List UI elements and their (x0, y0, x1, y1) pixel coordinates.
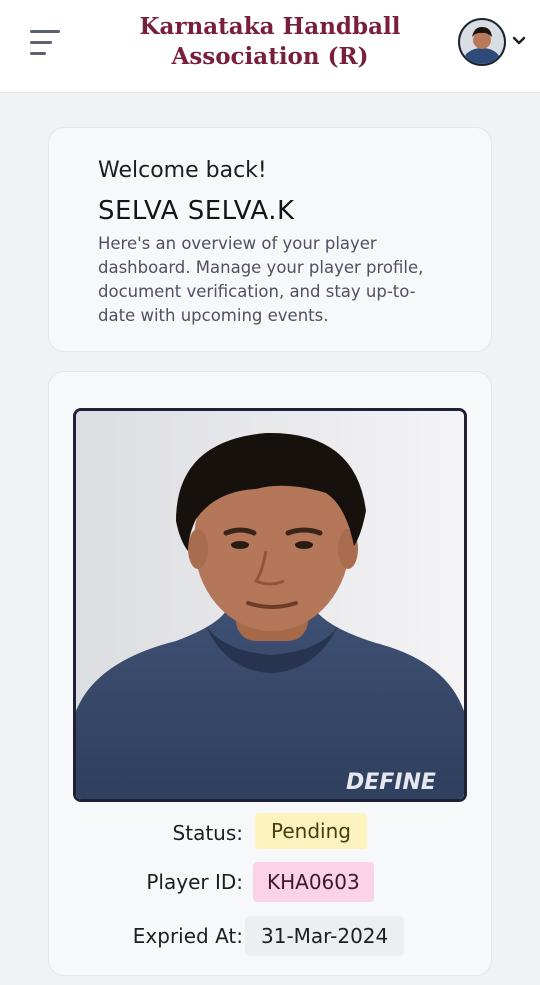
player-photo: DEFINE (73, 408, 467, 802)
player-profile-card: DEFINE Status: Pending Player ID: KHA060… (48, 371, 492, 976)
expiry-label: Expried At: (132, 924, 243, 948)
user-avatar[interactable] (458, 18, 506, 66)
player-id-badge: KHA0603 (253, 862, 374, 902)
chevron-down-icon[interactable] (512, 34, 526, 48)
hamburger-menu-icon[interactable] (30, 28, 64, 58)
app-title-line2: Association (R) (171, 43, 369, 70)
app-title-line1: Karnataka Handball (139, 13, 401, 40)
status-label: Status: (172, 821, 243, 845)
user-menu-button[interactable] (458, 18, 530, 70)
player-id-row: Player ID: KHA0603 (49, 862, 493, 902)
status-row: Status: Pending (49, 813, 493, 851)
player-id-label: Player ID: (146, 870, 243, 894)
hoodie-print-text: DEFINE (346, 770, 436, 795)
top-header: Karnataka Handball Association (R) (0, 0, 540, 93)
expiry-row: Expried At: 31-Mar-2024 (49, 916, 493, 956)
status-badge: Pending (255, 813, 367, 849)
welcome-card: Welcome back! SELVA SELVA.K Here's an ov… (48, 127, 492, 352)
app-title: Karnataka Handball Association (R) (120, 12, 420, 72)
welcome-greeting: Welcome back! (98, 158, 267, 183)
dashboard-overview-text: Here's an overview of your player dashbo… (98, 234, 424, 325)
expiry-badge: 31-Mar-2024 (245, 916, 405, 956)
player-name: SELVA SELVA.K (98, 196, 295, 226)
